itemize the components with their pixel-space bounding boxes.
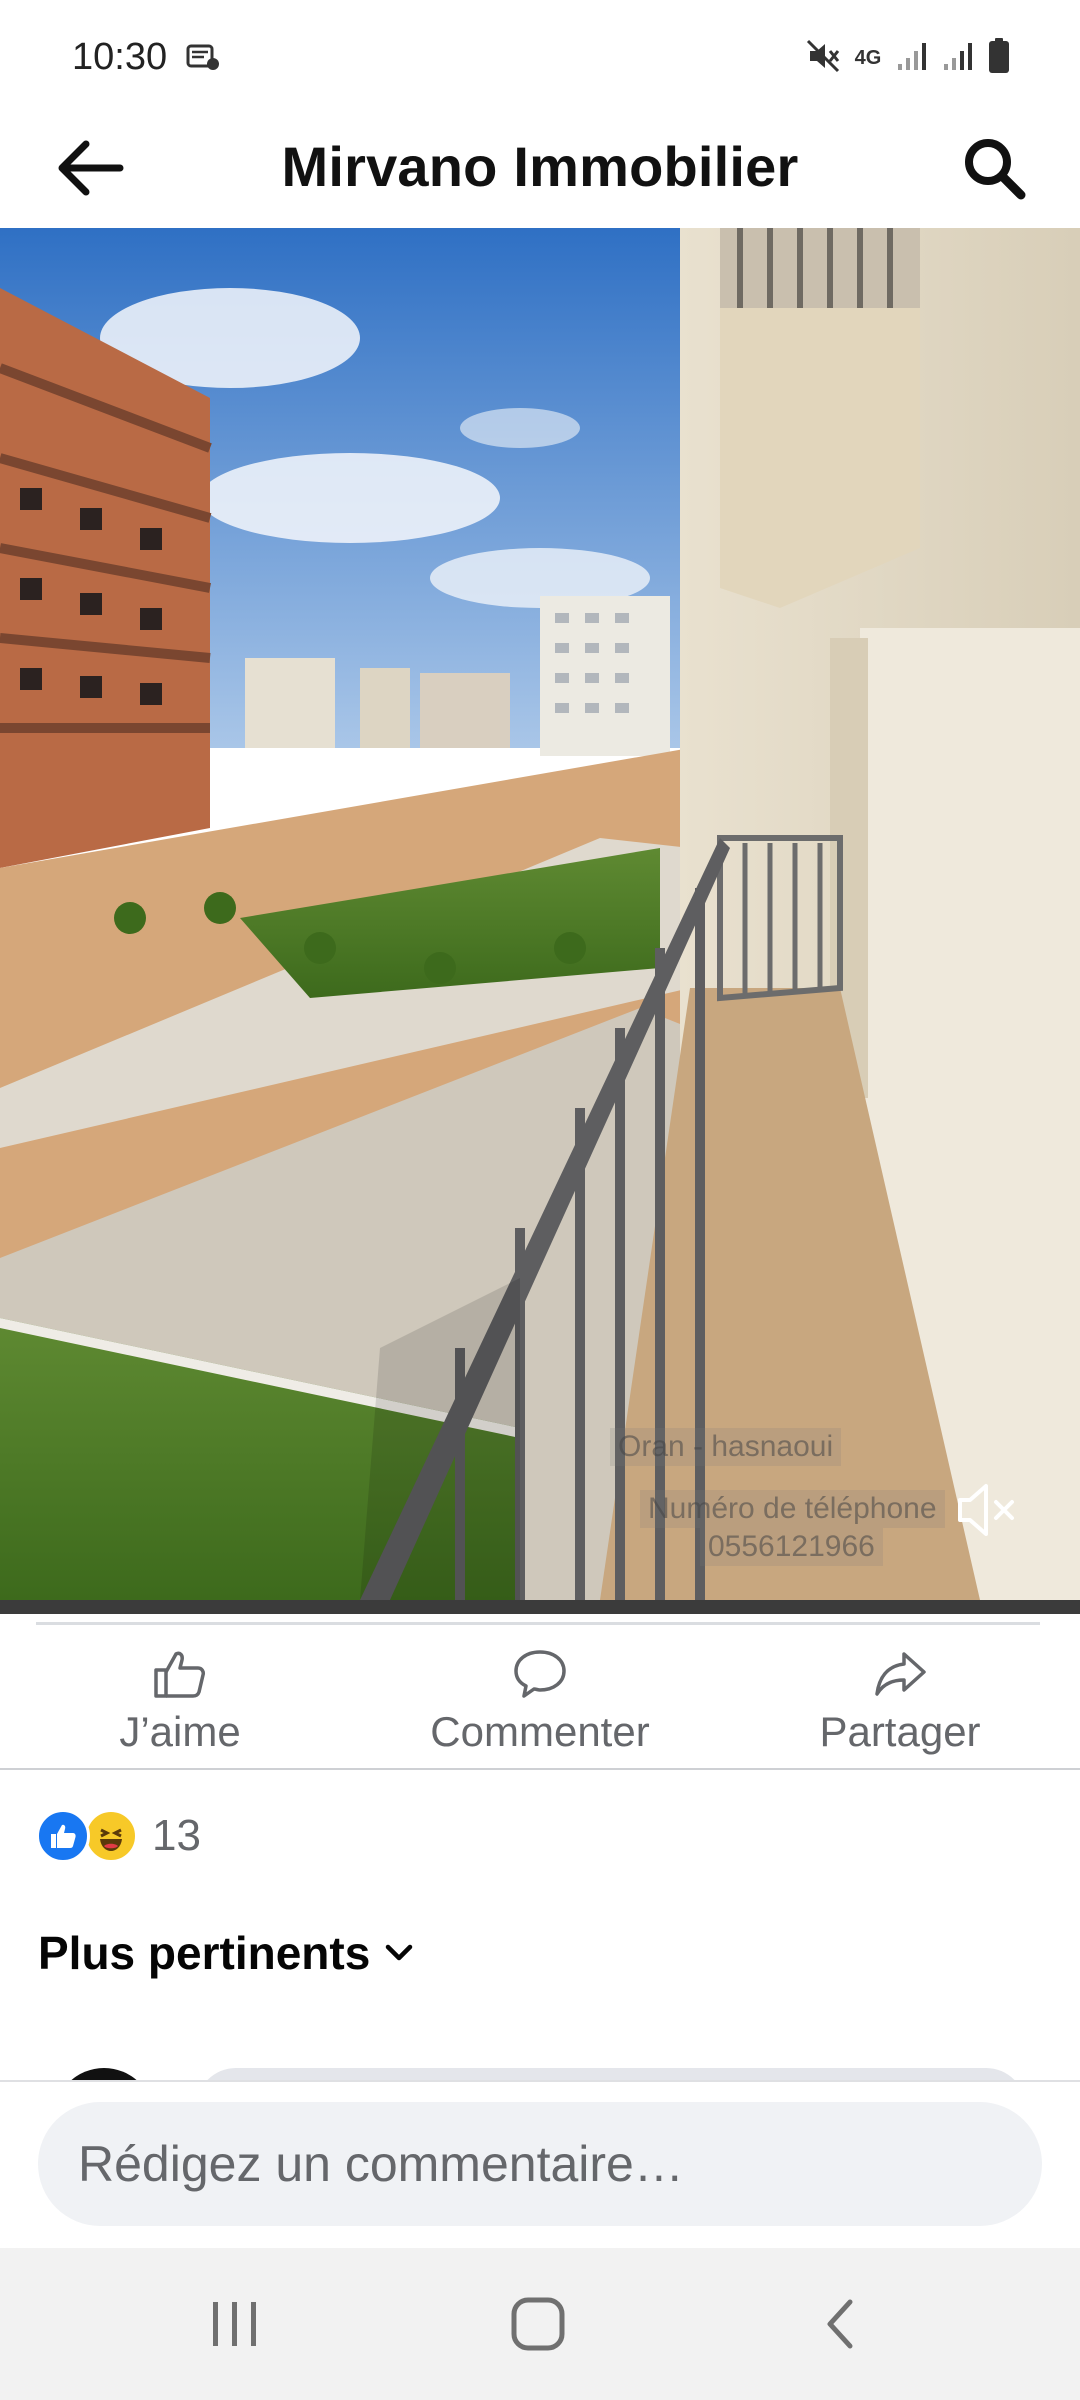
share-label: Partager	[819, 1708, 981, 1755]
search-button[interactable]	[952, 126, 1036, 210]
volume-muted-icon	[958, 1484, 1014, 1536]
video-progress-bar[interactable]	[0, 1600, 1080, 1614]
unmute-button[interactable]	[946, 1474, 1028, 1546]
comment-label: Commenter	[430, 1708, 650, 1755]
like-button[interactable]: J’aime	[0, 1630, 360, 1768]
status-bar: 10:30 4G	[0, 0, 1080, 118]
status-time: 10:30	[72, 36, 168, 78]
share-icon	[875, 1652, 926, 1696]
notification-icon	[186, 42, 220, 72]
divider	[36, 1622, 1040, 1625]
thumbs-up-icon	[154, 1651, 205, 1698]
back-nav-button[interactable]	[790, 2284, 890, 2364]
home-icon	[511, 2297, 565, 2351]
page-header: Mirvano Immobilier	[0, 118, 1080, 228]
home-button[interactable]	[488, 2284, 588, 2364]
mute-icon	[806, 39, 840, 78]
watermark-location: Oran - hasnaoui	[610, 1428, 842, 1466]
battery-icon	[988, 37, 1010, 79]
comment-input[interactable]	[78, 2135, 1042, 2193]
comment-sort-label: Plus pertinents	[38, 1927, 371, 1979]
reaction-count: 13	[152, 1811, 201, 1860]
chevron-left-icon	[827, 2299, 853, 2349]
comment-sort-dropdown[interactable]: Plus pertinents	[38, 1926, 414, 1980]
search-icon	[965, 139, 1026, 200]
comment-item	[0, 2060, 1080, 2080]
divider	[0, 2080, 1080, 2082]
page-title: Mirvano Immobilier	[281, 135, 799, 198]
haha-reaction-icon	[84, 1809, 138, 1863]
comment-icon	[514, 1650, 566, 1698]
post-video[interactable]: Oran - hasnaoui Numéro de téléphone 0556…	[0, 228, 1080, 1600]
chevron-down-icon	[386, 1944, 413, 1961]
recent-apps-icon	[213, 2302, 256, 2346]
like-reaction-icon	[36, 1809, 90, 1863]
post-actions: J’aime Commenter Partager	[0, 1630, 1080, 1768]
signal-icon	[896, 40, 928, 77]
signal-icon	[942, 40, 974, 77]
video-frame-balcony	[0, 228, 1080, 1600]
reaction-summary[interactable]: 13	[36, 1806, 201, 1866]
comment-button[interactable]: Commenter	[360, 1630, 720, 1768]
watermark-phone-number: 0556121966	[700, 1528, 883, 1566]
divider	[0, 1768, 1080, 1770]
avatar	[54, 2068, 154, 2080]
network-type: 4G	[854, 47, 882, 69]
status-icons: 4G	[806, 37, 1010, 79]
recent-apps-button[interactable]	[185, 2284, 285, 2364]
comment-composer[interactable]	[38, 2102, 1042, 2226]
comment-bubble	[196, 2068, 1026, 2080]
system-nav-bar	[0, 2248, 1080, 2400]
watermark-phone-label: Numéro de téléphone	[640, 1490, 945, 1528]
like-label: J’aime	[119, 1708, 241, 1755]
share-button[interactable]: Partager	[720, 1630, 1080, 1768]
